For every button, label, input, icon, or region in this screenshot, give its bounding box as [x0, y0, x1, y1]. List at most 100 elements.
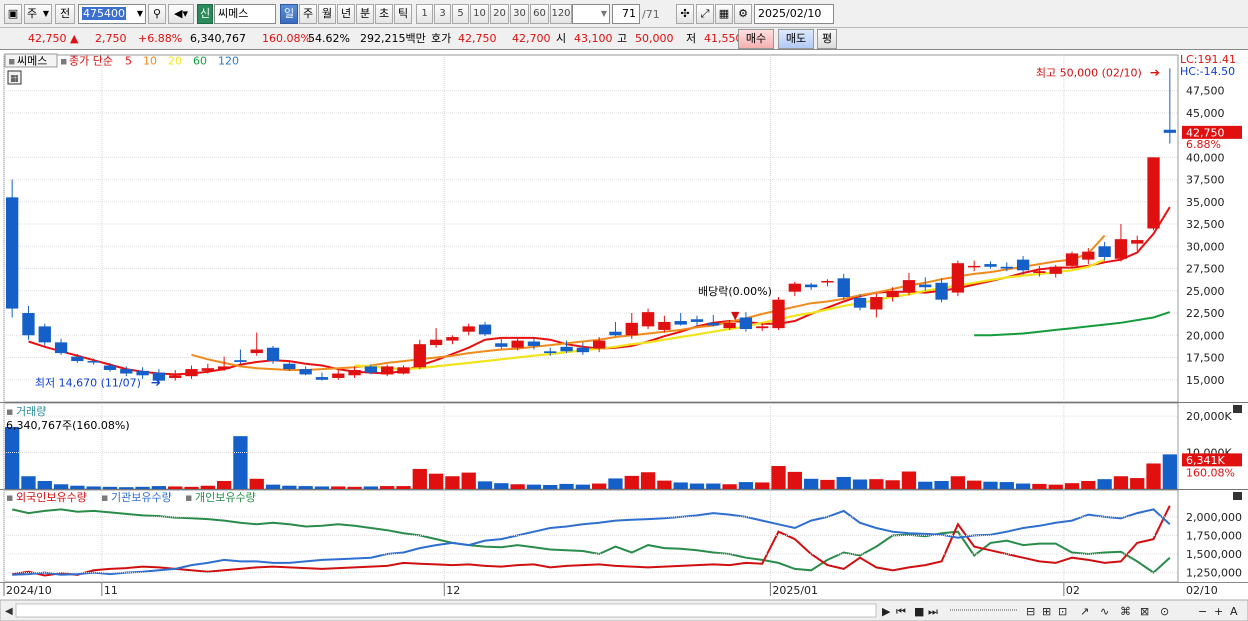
candle-body: [527, 341, 541, 346]
candle-body: [723, 322, 736, 329]
last-icon[interactable]: ⏭: [928, 605, 938, 618]
volume-bar: [1130, 478, 1145, 489]
period-button-0[interactable]: 일: [280, 4, 298, 24]
trade-amount: 292,215백만: [360, 32, 426, 45]
save-icon[interactable]: ▦: [715, 4, 733, 24]
candle-body: [625, 322, 638, 336]
stock-chart[interactable]: 15,000 17,500 20,000 22,500 25,000 27,500 30,0…: [0, 51, 1248, 621]
erase-icon[interactable]: ⊠: [1140, 605, 1149, 618]
cross-icon[interactable]: ✣: [676, 4, 694, 24]
holdings-line-foreign: [12, 505, 1171, 577]
price-tick-label: 37,500: [1186, 174, 1225, 187]
zoom-out-icon[interactable]: ⊟: [1026, 605, 1035, 618]
period-button-5[interactable]: 초: [375, 4, 393, 24]
candle-body: [1049, 266, 1062, 274]
volume-axis: 10,000K20,000K: [4, 410, 1232, 460]
price-tick-label: 25,000: [1186, 285, 1225, 298]
candle-body: [1065, 253, 1079, 266]
price-tick-label: 47,500: [1186, 85, 1225, 98]
interval-button-30[interactable]: 30: [510, 4, 529, 24]
volume-bar: [233, 436, 248, 489]
volume: 6,340,767: [190, 32, 246, 45]
speaker-icon[interactable]: ◀▾: [168, 4, 194, 24]
interval-button-3[interactable]: 3: [434, 4, 451, 24]
volume-bar: [428, 473, 444, 489]
search-icon[interactable]: ⚲: [148, 4, 166, 24]
minus-icon[interactable]: −: [1198, 605, 1207, 618]
volume-bars: [5, 427, 1177, 489]
candle-body: [560, 346, 573, 352]
candle-body: [951, 263, 965, 293]
prev-button[interactable]: 전: [55, 4, 75, 24]
volume-bar: [347, 486, 362, 489]
date-input[interactable]: 2025/02/10: [754, 4, 834, 24]
volume-bar: [950, 476, 966, 489]
interval-button-60[interactable]: 60: [530, 4, 549, 24]
volume-bar: [1097, 479, 1112, 489]
pattern-icon[interactable]: ⌘: [1120, 605, 1131, 618]
data-count-input[interactable]: 71: [612, 4, 640, 24]
chevron-down-icon[interactable]: ▼: [137, 5, 143, 23]
period-button-4[interactable]: 분: [356, 4, 374, 24]
interval-button-1[interactable]: 1: [416, 4, 433, 24]
period-button-6[interactable]: 틱: [394, 4, 412, 24]
period-button-2[interactable]: 월: [318, 4, 336, 24]
time-tick-label: 02: [1066, 584, 1080, 597]
time-tick-label: 2024/10: [6, 584, 52, 597]
wave-icon[interactable]: ∿: [1100, 605, 1109, 618]
first-icon[interactable]: ⏮: [896, 605, 906, 618]
volume-bar: [934, 480, 949, 489]
volume-bar: [836, 476, 851, 489]
plus-icon[interactable]: +: [1214, 605, 1223, 618]
volume-bar: [1015, 483, 1031, 489]
scrollbar-track[interactable]: [15, 603, 877, 618]
scroll-left-icon[interactable]: ◀: [5, 606, 13, 617]
draw-icon[interactable]: ⤢: [696, 4, 714, 24]
volume-bar: [200, 485, 215, 489]
candle-body: [593, 340, 606, 349]
interval-button-120[interactable]: 120: [550, 4, 572, 24]
text-icon[interactable]: A: [1230, 605, 1238, 618]
stop-icon[interactable]: ■: [914, 605, 924, 618]
ma-legend-120: 120: [218, 55, 239, 68]
close-panel-icon[interactable]: [1233, 405, 1242, 413]
price-tick-label: 20,000: [1186, 329, 1225, 342]
fit-icon[interactable]: ⊡: [1058, 605, 1067, 618]
period-button-1[interactable]: 주: [299, 4, 317, 24]
stock-tag-icon: ▪: [8, 55, 15, 68]
stock-code-input[interactable]: 475400 ▼: [78, 4, 146, 24]
interval-button-20[interactable]: 20: [490, 4, 509, 24]
volume-bar: [559, 483, 574, 489]
price-tick-label: 45,000: [1186, 107, 1225, 120]
volume-bar: [168, 486, 183, 489]
right-arrow-icon: ➔: [151, 376, 161, 390]
volume-bar: [265, 484, 281, 489]
play-icon[interactable]: ▶: [882, 605, 891, 618]
candle-body: [217, 366, 231, 370]
chevron-down-icon[interactable]: ▼: [601, 5, 607, 23]
interval-custom-input[interactable]: ▼: [572, 4, 610, 24]
eval-button[interactable]: 평: [817, 29, 837, 49]
magnet-icon[interactable]: ⊙: [1160, 605, 1169, 618]
price-grid: [3, 55, 1178, 582]
candle-body: [1082, 251, 1095, 260]
stock-name-field[interactable]: 씨메스: [214, 4, 276, 24]
chart-menu-icon[interactable]: ▣: [4, 4, 22, 24]
holdings-lines: [11, 505, 1171, 577]
sell-button[interactable]: 매도: [778, 29, 814, 49]
trend-icon[interactable]: ↗: [1080, 605, 1089, 618]
change-percent: +6.88%: [138, 32, 183, 45]
volume-title-icon: ▪: [6, 405, 13, 418]
period-button-3[interactable]: 년: [337, 4, 355, 24]
interval-button-5[interactable]: 5: [452, 4, 469, 24]
volume-bar: [592, 483, 607, 489]
zoom-in-icon[interactable]: ⊞: [1042, 605, 1051, 618]
close-panel-icon[interactable]: [1233, 492, 1242, 500]
volume-bar: [151, 486, 167, 489]
stock-type-select[interactable]: 주 ▼: [24, 4, 52, 24]
interval-button-10[interactable]: 10: [470, 4, 489, 24]
high-label: 고: [617, 32, 628, 45]
buy-button[interactable]: 매수: [738, 29, 774, 49]
gear-icon[interactable]: ⚙: [734, 4, 752, 24]
stock-type-value: 주: [27, 7, 38, 20]
